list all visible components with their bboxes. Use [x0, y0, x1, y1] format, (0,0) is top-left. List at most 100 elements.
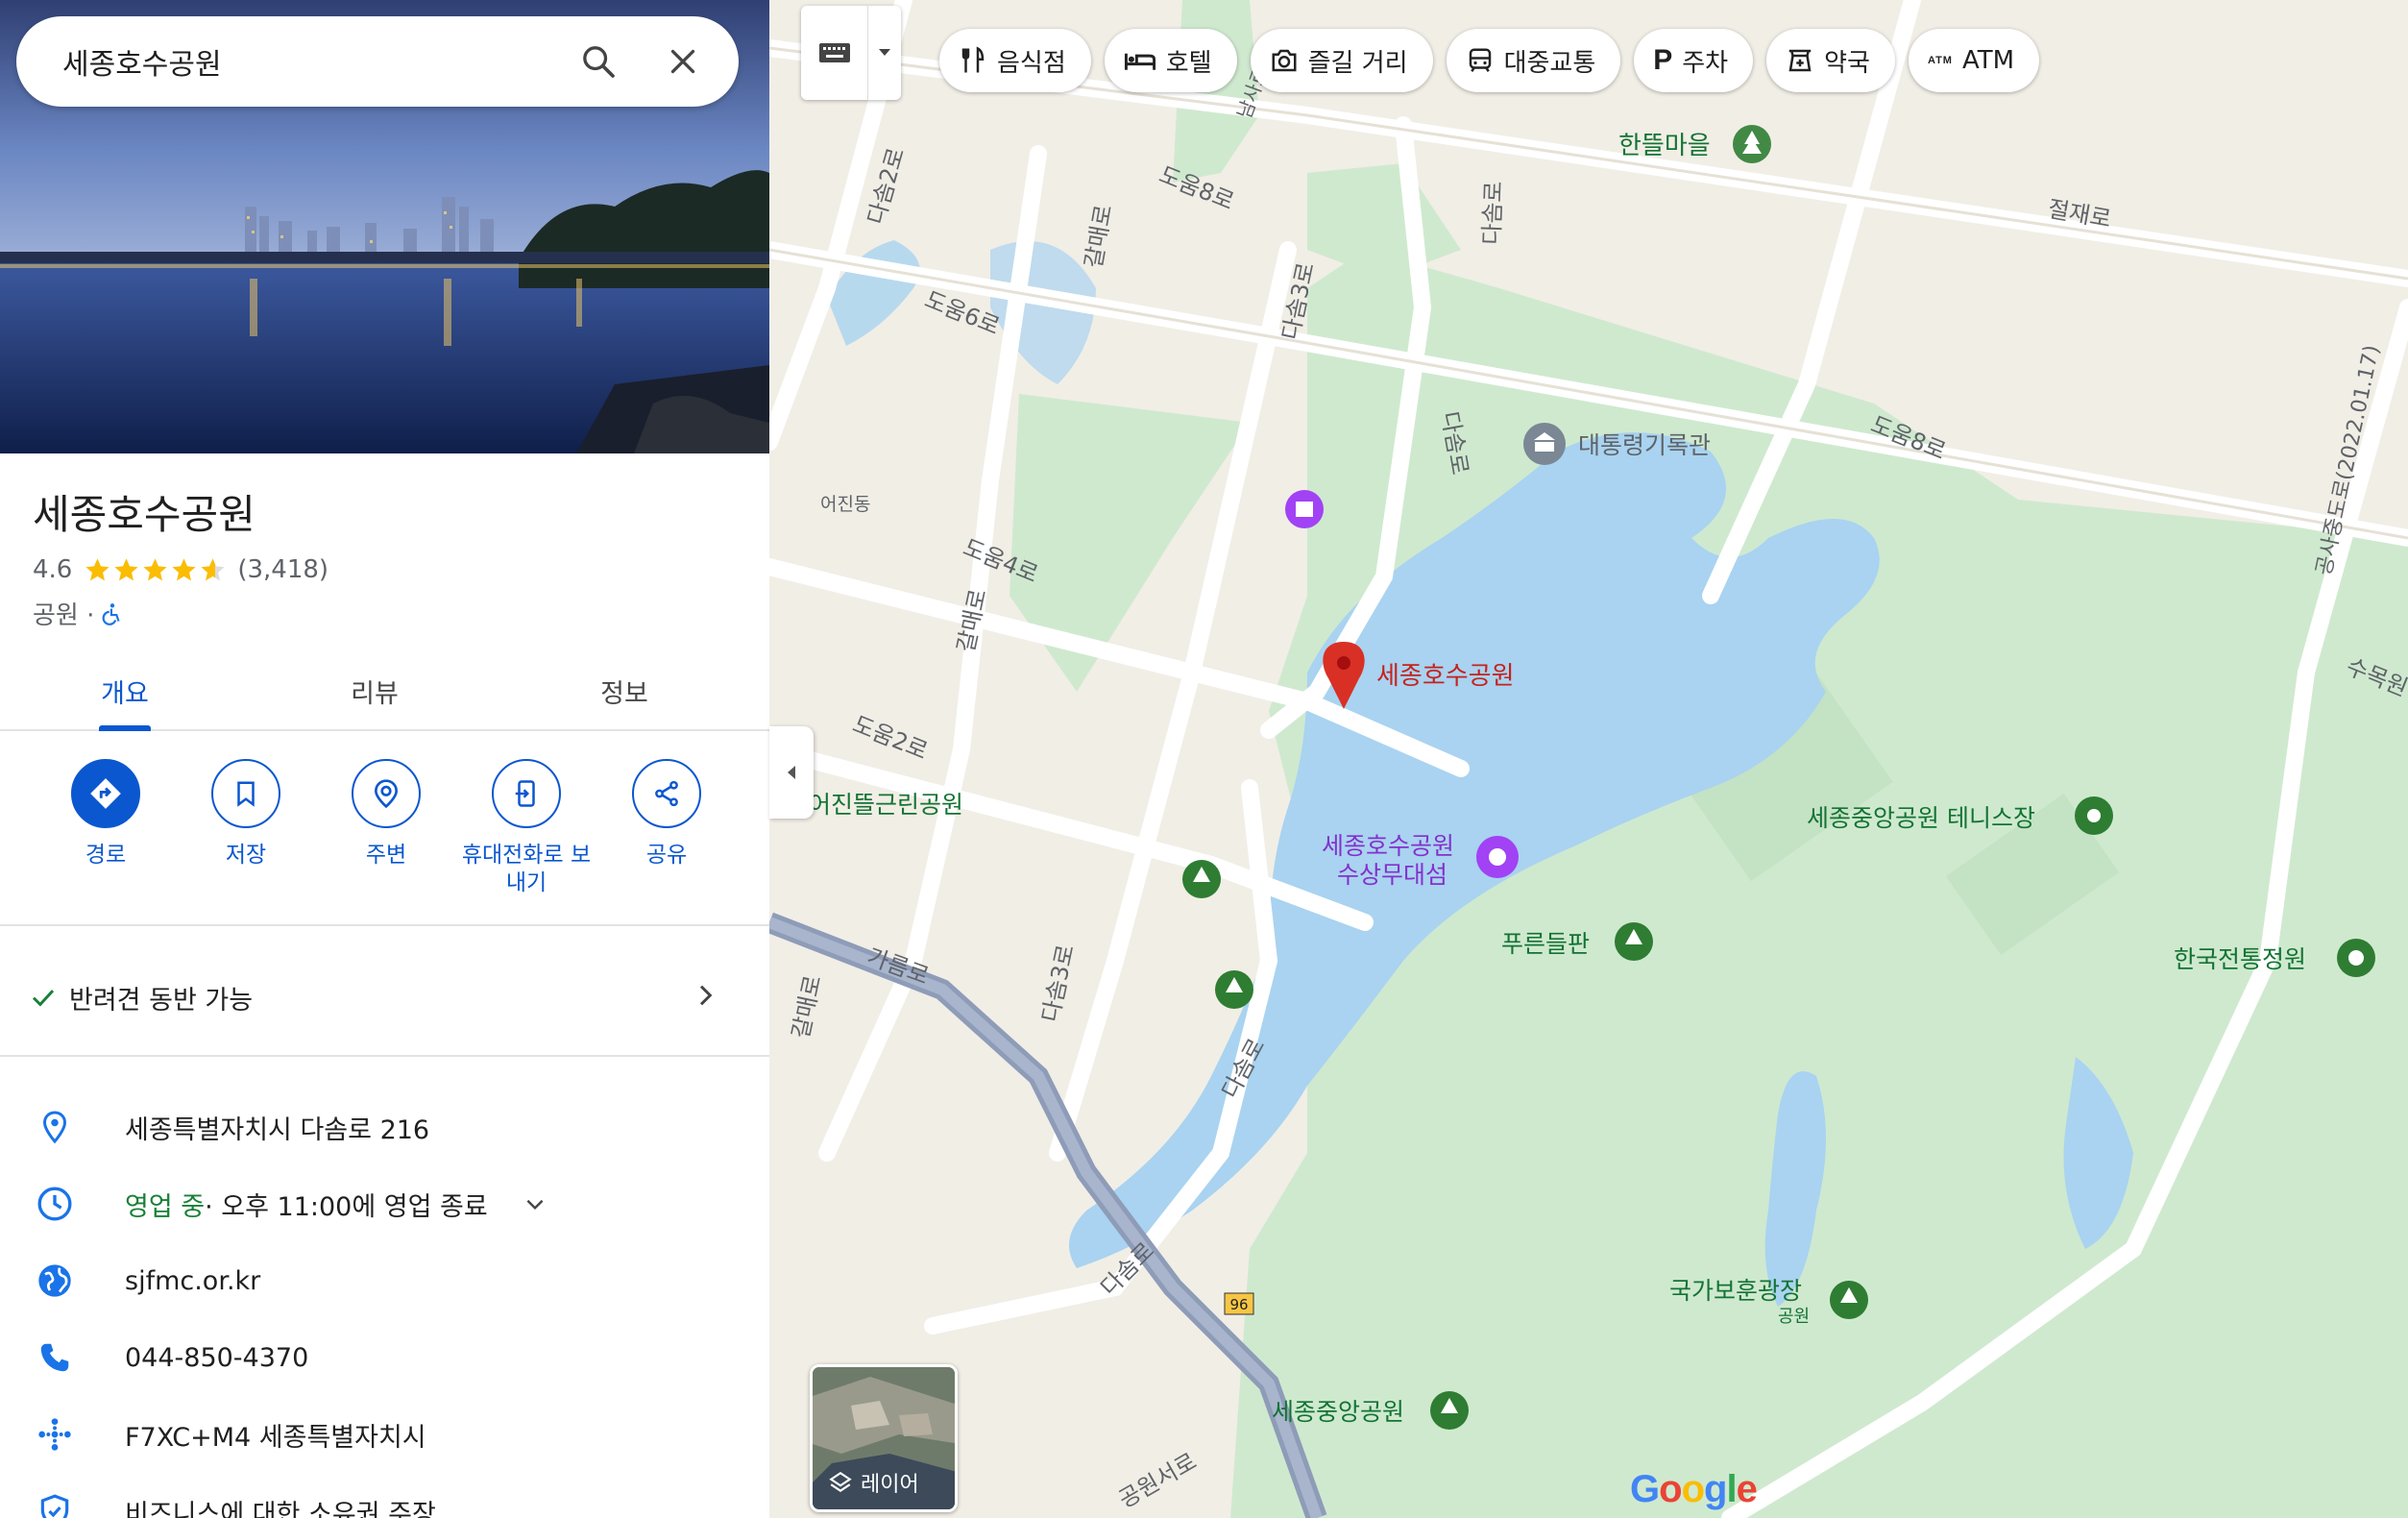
hours-row[interactable]: 영업 중 · 오후 11:00에 영업 종료	[33, 1175, 743, 1233]
check-icon	[29, 983, 58, 1012]
location-pin-icon	[33, 1105, 77, 1149]
send-to-phone-button[interactable]: 휴대전화로 보내기	[456, 759, 596, 897]
map-label-pureun[interactable]: 푸른들판	[1501, 930, 1590, 958]
tennis-marker[interactable]	[2075, 796, 2113, 835]
place-panel: 세종호수공원 세종호수공원 4.6 (3,418) 공원 · 개요 리뷰 정보 …	[0, 0, 769, 1518]
phone-icon	[33, 1335, 77, 1380]
website-row[interactable]: sjfmc.or.kr	[33, 1252, 743, 1310]
tab-reviews[interactable]: 리뷰	[250, 653, 499, 729]
directions-icon[interactable]	[71, 759, 140, 828]
pet-friendly-label: 반려견 동반 가능	[69, 985, 254, 1016]
highway-shield: 96	[1229, 1296, 1248, 1313]
map-label-eojin: 어진동	[820, 494, 870, 515]
place-title: 세종호수공원	[33, 491, 255, 538]
directions-button[interactable]: 경로	[36, 759, 176, 897]
park-marker[interactable]	[1215, 970, 1253, 1009]
tab-about[interactable]: 정보	[499, 653, 749, 729]
map-label-stage-2[interactable]: 수상무대섬	[1337, 861, 1447, 889]
plus-code-text: F7XC+M4 세종특별자치시	[125, 1422, 426, 1453]
plus-code-row[interactable]: F7XC+M4 세종특별자치시	[33, 1406, 743, 1463]
chip-atm[interactable]: ATM ATM	[1908, 29, 2040, 92]
claim-business-text[interactable]: 비즈니스에 대한 소유권 주장	[125, 1493, 436, 1518]
nearby-button[interactable]: 주변	[316, 759, 456, 897]
map-label-archive[interactable]: 대통령기록관	[1578, 431, 1711, 459]
chip-parking[interactable]: P 주차	[1634, 29, 1754, 92]
selected-place-label[interactable]: 세종호수공원	[1376, 662, 1515, 691]
chip-label: 약국	[1824, 48, 1870, 78]
input-tools-button[interactable]	[801, 6, 901, 100]
garden-marker[interactable]	[2337, 939, 2375, 977]
closing-time: · 오후 11:00에 영업 종료	[205, 1191, 488, 1222]
map-label-plaza-sub: 공원	[1778, 1307, 1810, 1327]
claim-business-row[interactable]: 비즈니스에 대한 소유권 주장	[33, 1482, 743, 1518]
park-marker[interactable]	[1733, 125, 1771, 163]
chip-pharmacy[interactable]: 약국	[1766, 29, 1895, 92]
search-icon[interactable]	[570, 33, 627, 90]
directions-label: 경로	[85, 843, 127, 868]
map-label-hantteul[interactable]: 한뜰마을	[1618, 132, 1711, 160]
action-buttons: 경로 저장 주변 휴대전화로 보내기 공유	[36, 759, 737, 897]
park-marker[interactable]	[1830, 1281, 1868, 1319]
address-text: 세종특별자치시 다솜로 216	[125, 1114, 430, 1145]
map-label-stage-1[interactable]: 세종호수공원	[1322, 832, 1454, 860]
place-tabs: 개요 리뷰 정보	[0, 653, 769, 731]
pet-friendly-row[interactable]: 반려견 동반 가능	[29, 972, 720, 1022]
collapse-panel-button[interactable]	[769, 726, 814, 819]
map-label-plaza[interactable]: 국가보훈광장	[1669, 1277, 1802, 1305]
map-label-central[interactable]: 세종중앙공원	[1272, 1398, 1404, 1426]
share-label: 공유	[645, 843, 688, 868]
clock-icon	[33, 1182, 77, 1226]
rating-stars	[84, 556, 228, 584]
layers-text: 레이어	[861, 1473, 919, 1497]
keyboard-icon[interactable]	[801, 6, 868, 100]
send-to-phone-icon[interactable]	[492, 759, 561, 828]
close-icon[interactable]	[654, 33, 712, 90]
review-count[interactable]: (3,418)	[237, 555, 328, 584]
search-box[interactable]: 세종호수공원	[16, 16, 739, 107]
layers-button[interactable]: 레이어	[810, 1364, 958, 1512]
send-to-phone-label: 휴대전화로 보내기	[461, 843, 592, 895]
share-icon[interactable]	[632, 759, 701, 828]
chevron-right-icon[interactable]	[690, 980, 720, 1017]
plus-code-icon	[33, 1412, 77, 1457]
share-button[interactable]: 공유	[596, 759, 737, 897]
bookmark-icon[interactable]	[211, 759, 280, 828]
category-chips: 음식점 호텔 즐길 거리 대중교통 P 주차 약국 ATM ATM	[939, 29, 2053, 92]
star-icon	[172, 557, 196, 580]
map-label-traditional[interactable]: 한국전통정원	[2174, 945, 2306, 973]
restaurant-icon	[959, 46, 997, 75]
chevron-down-icon[interactable]	[868, 6, 901, 100]
phone-number[interactable]: 044-850-4370	[125, 1343, 308, 1373]
park-marker[interactable]	[1615, 922, 1653, 961]
park-marker[interactable]	[1430, 1391, 1469, 1430]
star-icon	[114, 557, 138, 580]
park-marker[interactable]	[1182, 860, 1221, 898]
chip-hotels[interactable]: 호텔	[1104, 29, 1237, 92]
tab-overview[interactable]: 개요	[0, 653, 250, 731]
wheelchair-icon	[100, 601, 125, 626]
website-link[interactable]: sjfmc.or.kr	[125, 1266, 260, 1296]
nearby-icon[interactable]	[352, 759, 421, 828]
chevron-down-icon[interactable]	[523, 1191, 547, 1216]
map-canvas[interactable]: 96 세종호수공원 한뜰마을 대통령기록관 세종호수공원 수상무대섬 푸른들판 …	[769, 0, 2408, 1518]
address-row[interactable]: 세종특별자치시 다솜로 216	[33, 1098, 743, 1156]
museum-marker[interactable]	[1523, 423, 1566, 465]
attraction-marker[interactable]	[1285, 490, 1324, 528]
map-label-tennis[interactable]: 세종중앙공원 테니스장	[1807, 804, 2035, 832]
rating-row[interactable]: 4.6 (3,418)	[33, 555, 328, 584]
chip-transit[interactable]: 대중교통	[1446, 29, 1621, 92]
attraction-marker[interactable]	[1476, 836, 1519, 878]
chip-things-to-do[interactable]: 즐길 거리	[1250, 29, 1433, 92]
chip-restaurants[interactable]: 음식점	[939, 29, 1091, 92]
map-label-eojin-park[interactable]: 어진뜰근린공원	[809, 791, 963, 819]
phone-row[interactable]: 044-850-4370	[33, 1329, 743, 1386]
pharmacy-icon	[1786, 46, 1824, 75]
category-row: 공원 ·	[33, 596, 125, 631]
save-button[interactable]: 저장	[176, 759, 316, 897]
place-category: 공원 ·	[33, 601, 95, 630]
camera-icon	[1270, 46, 1308, 75]
google-logo: Google	[1630, 1468, 1758, 1510]
search-input[interactable]: 세종호수공원	[62, 40, 570, 83]
verified-shield-icon	[33, 1489, 77, 1518]
star-icon	[201, 557, 225, 580]
